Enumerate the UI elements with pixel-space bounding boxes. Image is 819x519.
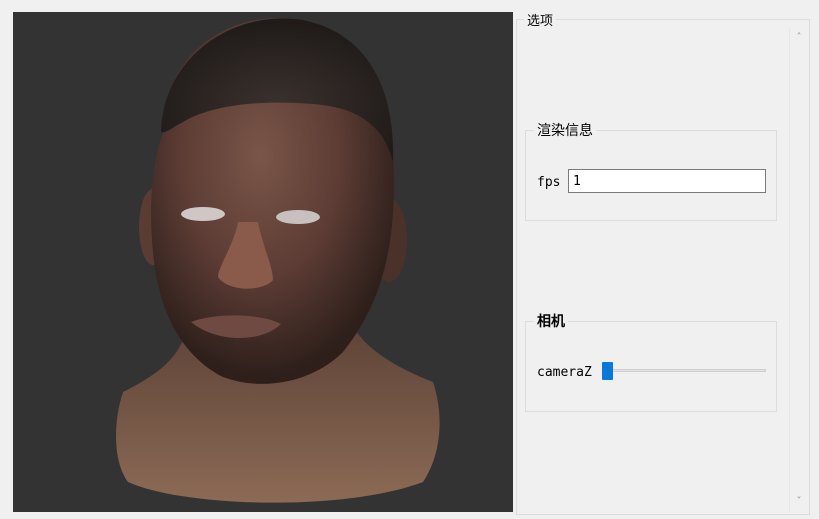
- options-scrollbar[interactable]: ˄ ˅: [789, 28, 809, 512]
- camera-z-slider-track[interactable]: [602, 369, 766, 372]
- render-info-group: 渲染信息 fps: [525, 120, 777, 221]
- app-window: 选项 ˄ ˅ 渲染信息 fps 相机 cameraZ: [0, 0, 819, 519]
- camera-group: 相机 cameraZ: [525, 311, 777, 412]
- chevron-up-icon[interactable]: ˄: [794, 33, 804, 43]
- camera-title: 相机: [534, 311, 568, 331]
- camera-z-slider-handle[interactable]: [602, 362, 613, 380]
- options-panel: [516, 19, 810, 515]
- camera-z-label: cameraZ: [537, 365, 592, 380]
- head-model-render: [116, 17, 440, 503]
- render-viewport[interactable]: [13, 12, 513, 512]
- chevron-down-icon[interactable]: ˅: [794, 497, 804, 507]
- fps-label: fps: [537, 175, 561, 190]
- fps-input[interactable]: [568, 169, 766, 193]
- options-title: 选项: [524, 10, 557, 29]
- render-info-title: 渲染信息: [534, 120, 596, 140]
